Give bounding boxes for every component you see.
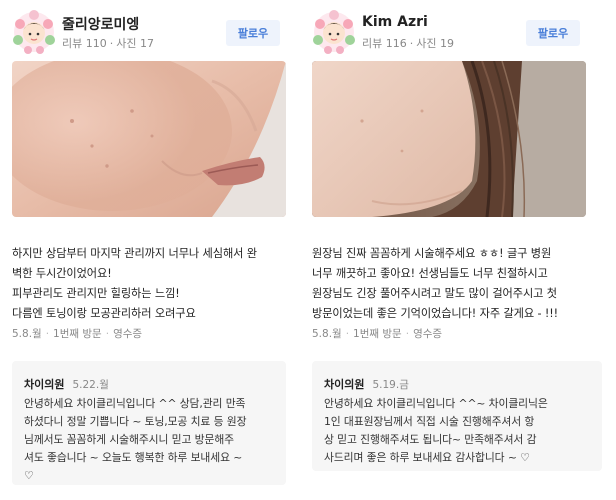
reply-text: 안녕하세요 차이클리닉입니다 ^^ 상담,관리 만족 하셨다니 정말 기쁩니다 … (24, 397, 247, 482)
owner-name[interactable]: 차이의원 (24, 378, 64, 391)
owner-reply: 차이의원 5.19.금 안녕하세요 차이클리닉입니다 ^^~ 차이클리닉은 1인 … (312, 361, 602, 471)
photo-count: 사진 17 (116, 37, 154, 50)
owner-name[interactable]: 차이의원 (324, 378, 364, 391)
photo-count: 사진 19 (416, 37, 454, 50)
follow-button[interactable]: 팔로우 (526, 20, 580, 46)
owner-reply: 차이의원 5.22.월 안녕하세요 차이클리닉입니다 ^^ 상담,관리 만족 하셨… (12, 361, 286, 485)
reviewer-stats: 리뷰 116 · 사진 19 (362, 35, 454, 51)
separator-dot: · (109, 37, 114, 50)
reply-header: 차이의원 5.19.금 (324, 373, 409, 392)
avatar[interactable] (312, 10, 356, 54)
review-count: 리뷰 110 (62, 37, 107, 50)
flower-wreath-icon (13, 10, 55, 54)
review-header: 줄리앙로미엥 리뷰 110 · 사진 17 팔로우 (12, 10, 280, 56)
visit-info: 5.8.월 · 1번째 방문 · 영수증 (12, 326, 142, 341)
reply-header: 차이의원 5.22.월 (24, 373, 109, 392)
reply-date: 5.22.월 (72, 379, 109, 391)
reviewer-name[interactable]: 줄리앙로미엥 (62, 14, 139, 34)
reviewer-stats: 리뷰 110 · 사진 17 (62, 35, 154, 51)
receipt-label: 영수증 (413, 328, 443, 340)
review-card: Kim Azri 리뷰 116 · 사진 19 팔로우 원장님 진짜 꼼꼼하게 … (300, 0, 602, 500)
review-photo[interactable] (12, 61, 286, 217)
separator-dot: · (409, 37, 414, 50)
visit-info: 5.8.월 · 1번째 방문 · 영수증 (312, 326, 442, 341)
review-photo[interactable] (312, 61, 586, 217)
follow-button[interactable]: 팔로우 (226, 20, 280, 46)
visit-date: 5.8.월 (312, 328, 342, 340)
review-header: Kim Azri 리뷰 116 · 사진 19 팔로우 (312, 10, 580, 56)
flower-wreath-icon (313, 10, 355, 54)
separator: · (105, 328, 110, 340)
review-count: 리뷰 116 (362, 37, 407, 50)
review-text: 하지만 상담부터 마지막 관리까지 너무나 세심해서 완 벽한 두시간이었어요!… (12, 247, 257, 320)
reply-date: 5.19.금 (372, 379, 409, 391)
avatar[interactable] (12, 10, 56, 54)
review-text: 원장님 진짜 꼼꼼하게 시술해주세요 ㅎㅎ! 글구 병원 너무 깨끗하고 좋아요… (312, 247, 559, 320)
separator: · (45, 328, 50, 340)
reviewer-name[interactable]: Kim Azri (362, 14, 428, 30)
separator: · (405, 328, 410, 340)
visit-count: 1번째 방문 (353, 328, 402, 340)
review-card: 줄리앙로미엥 리뷰 110 · 사진 17 팔로우 하지만 상담부터 마지막 관… (0, 0, 290, 500)
visit-count: 1번째 방문 (53, 328, 102, 340)
receipt-label: 영수증 (113, 328, 143, 340)
reply-text: 안녕하세요 차이클리닉입니다 ^^~ 차이클리닉은 1인 대표원장님께서 직접 … (324, 397, 548, 464)
separator: · (345, 328, 350, 340)
visit-date: 5.8.월 (12, 328, 42, 340)
